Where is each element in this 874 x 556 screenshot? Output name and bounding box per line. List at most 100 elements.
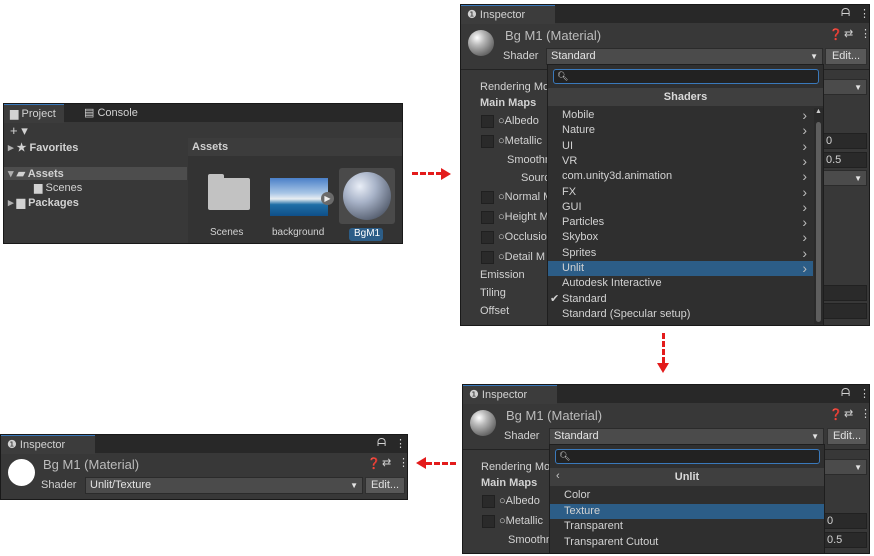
assets-item[interactable]: ▾ ▰ Assets <box>8 167 64 180</box>
menu-item-label: Nature <box>562 124 596 137</box>
packages-item[interactable]: ▸ ▆ Packages <box>8 196 79 209</box>
source-dropdown[interactable]: ▼ <box>823 170 867 186</box>
scroll-up-icon[interactable]: ▲ <box>815 108 822 115</box>
tab-inspector[interactable]: ❶ Inspector <box>1 435 95 454</box>
menu-item-unlit[interactable]: Unlit › <box>548 260 813 277</box>
menu-item-sprites[interactable]: Sprites › <box>548 245 813 261</box>
tiling-field[interactable] <box>823 285 867 301</box>
folder-icon: ▆ <box>16 197 29 209</box>
shader-label: Shader <box>504 430 540 442</box>
menu-item-label: Color <box>564 489 591 501</box>
edit-shader-button[interactable]: Edit... <box>365 477 405 494</box>
menu-item-standard[interactable]: ✔ Standard <box>548 292 813 307</box>
expand-arrow-icon: ▸ <box>8 142 17 154</box>
help-icon[interactable]: ❓ <box>829 28 843 41</box>
scenes-item[interactable]: ▆ Scenes <box>34 181 82 194</box>
inspector-window-1: ❶ Inspector ᗩ ⋮ Bg M1 (Material) ❓ ⇄ ⋮ S… <box>460 4 870 326</box>
help-icon[interactable]: ❓ <box>367 457 381 470</box>
smoothness-value-field[interactable]: 0.5 <box>823 152 867 168</box>
scrollbar-thumb[interactable] <box>816 122 821 322</box>
menu-item-autodesk-interactive[interactable]: Autodesk Interactive <box>548 276 813 291</box>
tab-inspector[interactable]: ❶ Inspector <box>461 5 555 24</box>
tab-inspector[interactable]: ❶ Inspector <box>463 385 557 404</box>
occlusion-texture-slot[interactable] <box>481 231 494 244</box>
menu-item-nature[interactable]: Nature › <box>548 122 813 138</box>
prop-main-maps: Main Maps <box>481 477 538 489</box>
chevron-down-icon: ▼ <box>810 52 818 61</box>
preset-icon[interactable]: ⇄ <box>844 407 853 420</box>
tab-project[interactable]: ▆ Project <box>4 104 64 123</box>
scrollbar[interactable]: ▲ <box>814 108 823 324</box>
metallic-texture-slot[interactable] <box>481 135 494 148</box>
menu-item-label: Texture <box>564 504 601 517</box>
menu-item-mobile[interactable]: Mobile › <box>548 107 813 123</box>
preset-icon[interactable]: ⇄ <box>844 27 853 40</box>
menu-item-label: Standard <box>562 292 607 305</box>
favorites-item[interactable]: ▸ ★ Favorites <box>8 141 78 154</box>
edit-shader-button[interactable]: Edit... <box>825 48 867 65</box>
asset-background[interactable]: ▶ background <box>270 174 334 243</box>
menu-item-color[interactable]: Color <box>550 488 824 504</box>
menu-item-label: VR <box>562 154 578 167</box>
asset-bgm1[interactable]: BgM1 <box>339 168 399 243</box>
arrowhead-right-icon <box>441 168 451 180</box>
tab-console[interactable]: ▤ Console <box>78 104 146 122</box>
menu-item-gui[interactable]: GUI › <box>548 199 813 215</box>
lock-icon[interactable]: ᗩ <box>841 7 850 20</box>
detail-mask-slot[interactable] <box>481 251 494 264</box>
lock-icon[interactable]: ᗩ <box>377 437 386 450</box>
menu-item-texture[interactable]: Texture <box>550 503 824 519</box>
chevron-down-icon: ▼ <box>350 481 358 490</box>
kebab-menu-icon[interactable]: ⋮ <box>860 27 869 40</box>
asset-label: BgM1 <box>354 228 381 239</box>
asset-scenes[interactable]: Scenes <box>204 174 252 243</box>
normal-texture-slot[interactable] <box>481 191 494 204</box>
search-icon: 🔍︎ <box>559 451 571 461</box>
shader-dropdown[interactable]: Standard ▼ <box>549 428 824 445</box>
play-icon[interactable]: ▶ <box>321 192 334 205</box>
rendering-mode-dropdown[interactable]: ▼ <box>824 459 867 475</box>
rendering-mode-dropdown[interactable]: ▼ <box>823 79 867 95</box>
shader-dropdown[interactable]: Standard ▼ <box>546 48 823 65</box>
expand-arrow-icon: ▸ <box>8 197 17 209</box>
info-icon: ❶ <box>467 9 480 21</box>
preset-icon[interactable]: ⇄ <box>382 456 391 469</box>
arrowhead-down-icon <box>657 363 669 373</box>
collapse-arrow-icon: ▾ <box>8 168 17 180</box>
prop-smoothness: Smoothn <box>508 534 553 546</box>
menu-item-com-unity3d-animation[interactable]: com.unity3d.animation › <box>548 168 813 184</box>
material-preview-icon <box>8 459 35 486</box>
smoothness-value-field[interactable]: 0.5 <box>824 532 867 548</box>
menu-item-skybox[interactable]: Skybox › <box>548 230 813 246</box>
add-button[interactable]: + ▾ <box>10 123 28 139</box>
menu-item-fx[interactable]: FX › <box>548 184 813 200</box>
shader-dropdown[interactable]: Unlit/Texture ▼ <box>85 477 363 494</box>
albedo-texture-slot[interactable] <box>482 495 495 508</box>
kebab-menu-icon[interactable]: ⋮ <box>860 407 869 420</box>
menu-item-vr[interactable]: VR › <box>548 153 813 169</box>
kebab-menu-icon[interactable]: ⋮ <box>395 437 406 450</box>
metallic-value-field[interactable]: 0 <box>824 513 867 529</box>
offset-field[interactable] <box>823 303 867 319</box>
metallic-value-field[interactable]: 0 <box>823 133 867 149</box>
albedo-texture-slot[interactable] <box>481 115 494 128</box>
kebab-menu-icon[interactable]: ⋮ <box>859 7 869 20</box>
shader-search-input[interactable]: 🔍︎ <box>553 69 819 84</box>
metallic-texture-slot[interactable] <box>482 515 495 528</box>
menu-item-transparent[interactable]: Transparent <box>550 519 824 535</box>
prop-rendering-mode: Rendering Mo <box>480 81 550 93</box>
menu-item-ui[interactable]: UI › <box>548 138 813 154</box>
menu-item-transparent-cutout[interactable]: Transparent Cutout <box>550 535 824 551</box>
menu-item-standard-specular-setup[interactable]: Standard (Specular setup) <box>548 307 813 322</box>
kebab-menu-icon[interactable]: ⋮ <box>859 387 869 400</box>
breadcrumb[interactable]: Assets <box>192 141 228 153</box>
back-chevron-icon[interactable]: ‹ <box>556 470 560 482</box>
menu-item-particles[interactable]: Particles › <box>548 214 813 230</box>
lock-icon[interactable]: ᗩ <box>841 387 850 400</box>
help-icon[interactable]: ❓ <box>829 408 843 421</box>
shader-search-input[interactable]: 🔍︎ <box>555 449 820 464</box>
arrowhead-left-icon <box>416 457 426 469</box>
height-texture-slot[interactable] <box>481 211 494 224</box>
edit-shader-button[interactable]: Edit... <box>827 428 867 445</box>
kebab-menu-icon[interactable]: ⋮ <box>398 456 407 469</box>
